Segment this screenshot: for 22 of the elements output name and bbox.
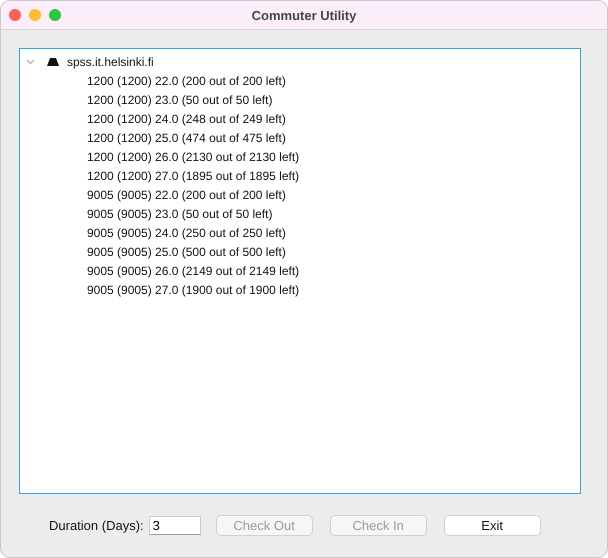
- tree-item[interactable]: 9005 (9005) 25.0 (500 out of 500 left): [87, 244, 286, 258]
- window-title: Commuter Utility: [252, 8, 356, 22]
- zoom-button[interactable]: [49, 9, 61, 21]
- tree-item[interactable]: 1200 (1200) 22.0 (200 out of 200 left): [87, 74, 286, 88]
- tree-item[interactable]: 9005 (9005) 26.0 (2149 out of 2149 left): [87, 264, 300, 278]
- duration-field[interactable]: 3: [148, 516, 201, 535]
- tree-item[interactable]: 9005 (9005) 24.0 (250 out of 250 left): [87, 226, 286, 240]
- tree-item[interactable]: 1200 (1200) 26.0 (2130 out of 2130 left): [87, 150, 300, 164]
- tree-item[interactable]: 1200 (1200) 25.0 (474 out of 475 left): [87, 130, 286, 144]
- close-button[interactable]: [9, 9, 21, 21]
- tree-item[interactable]: spss.it.helsinki.fi: [67, 54, 154, 68]
- minimize-button[interactable]: [29, 9, 41, 21]
- tree-item[interactable]: 9005 (9005) 27.0 (1900 out of 1900 left): [87, 282, 300, 296]
- duration-label: Duration (Days):: [49, 518, 144, 533]
- drive-icon: [47, 58, 59, 66]
- tree-item[interactable]: 9005 (9005) 23.0 (50 out of 50 left): [87, 206, 272, 220]
- tree-item[interactable]: 1200 (1200) 24.0 (248 out of 249 left): [87, 112, 286, 126]
- tree-item[interactable]: 9005 (9005) 22.0 (200 out of 200 left): [87, 188, 286, 202]
- tree-item[interactable]: 1200 (1200) 27.0 (1895 out of 1895 left): [87, 168, 300, 182]
- tree-item[interactable]: 1200 (1200) 23.0 (50 out of 50 left): [87, 92, 272, 106]
- exit-button[interactable]: Exit: [444, 515, 541, 536]
- chevron-icon[interactable]: [26, 57, 35, 66]
